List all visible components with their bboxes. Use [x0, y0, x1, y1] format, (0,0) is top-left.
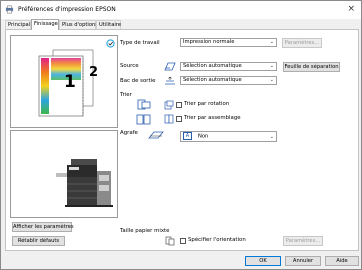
source-select[interactable]: Sélection automatique ⌄ [180, 62, 277, 71]
print-preferences-window: Préférences d'impression EPSON × Princip… [0, 0, 362, 270]
title-bar: Préférences d'impression EPSON × [1, 1, 361, 19]
output-tray-icon [165, 76, 175, 85]
show-settings-button[interactable]: Afficher les paramètres [12, 222, 74, 232]
close-icon[interactable]: × [347, 4, 355, 14]
printer-app-icon [5, 5, 14, 14]
sort-collate-option-icon [164, 114, 174, 124]
sort-rotation-checkbox[interactable] [176, 102, 182, 108]
help-button[interactable]: Aide [325, 256, 359, 266]
tab-plus-d-options[interactable]: Plus d'options [59, 20, 98, 29]
staple-select[interactable]: A Non ⌄ [180, 131, 277, 142]
front-page-number: 1 [64, 72, 76, 92]
printer-image [56, 159, 113, 207]
sort-collate-checkbox[interactable] [176, 116, 182, 122]
mixed-size-params-button[interactable]: Paramètres... [283, 236, 323, 246]
staple-label: Agrafe [120, 130, 138, 136]
paper-source-icon [164, 62, 176, 71]
sort-label: Trier [120, 92, 132, 98]
sort-rotate-icon [137, 99, 151, 110]
sort-rotation-label: Trier par rotation [184, 101, 230, 107]
specify-orientation-label: Spécifier l'orientation [188, 237, 246, 243]
job-type-params-button[interactable]: Paramètres... [282, 38, 322, 48]
job-type-select[interactable]: Impression normale ⌄ [180, 38, 277, 47]
output-tray-select[interactable]: Sélection automatique ⌄ [180, 76, 277, 85]
output-tray-label: Bac de sortie [120, 78, 156, 84]
finissage-panel: 1 2 Afficher les paramètres Rétablir déf… [5, 29, 359, 251]
reset-defaults-button[interactable]: Rétablir défauts [12, 236, 65, 246]
sort-collate-label: Trier par assemblage [184, 115, 241, 121]
window-title: Préférences d'impression EPSON [18, 6, 116, 13]
document-preview: 1 2 [10, 35, 118, 128]
sort-rotation-option-icon [164, 100, 174, 110]
staple-none-icon: A [183, 132, 192, 140]
job-type-label: Type de travail [120, 40, 160, 46]
cancel-button[interactable]: Annuler [285, 256, 321, 266]
staple-paper-icon [148, 131, 164, 139]
tab-utilitaire[interactable]: Utilitaire [96, 20, 121, 29]
specify-orientation-checkbox[interactable] [180, 238, 186, 244]
mixed-size-icon [165, 236, 175, 246]
mixed-paper-size-label: Taille papier mixte [120, 228, 170, 234]
tab-principal[interactable]: Principal [5, 20, 31, 29]
color-check-icon [106, 39, 115, 48]
back-page-number: 2 [89, 65, 99, 80]
source-label: Source [120, 63, 139, 69]
ok-button[interactable]: OK [245, 256, 281, 266]
separator-sheet-button[interactable]: Feuille de séparation [283, 62, 340, 72]
printer-preview [10, 130, 118, 218]
sort-collate-icon [136, 114, 151, 125]
tab-finissage[interactable]: Finissage [31, 19, 59, 30]
